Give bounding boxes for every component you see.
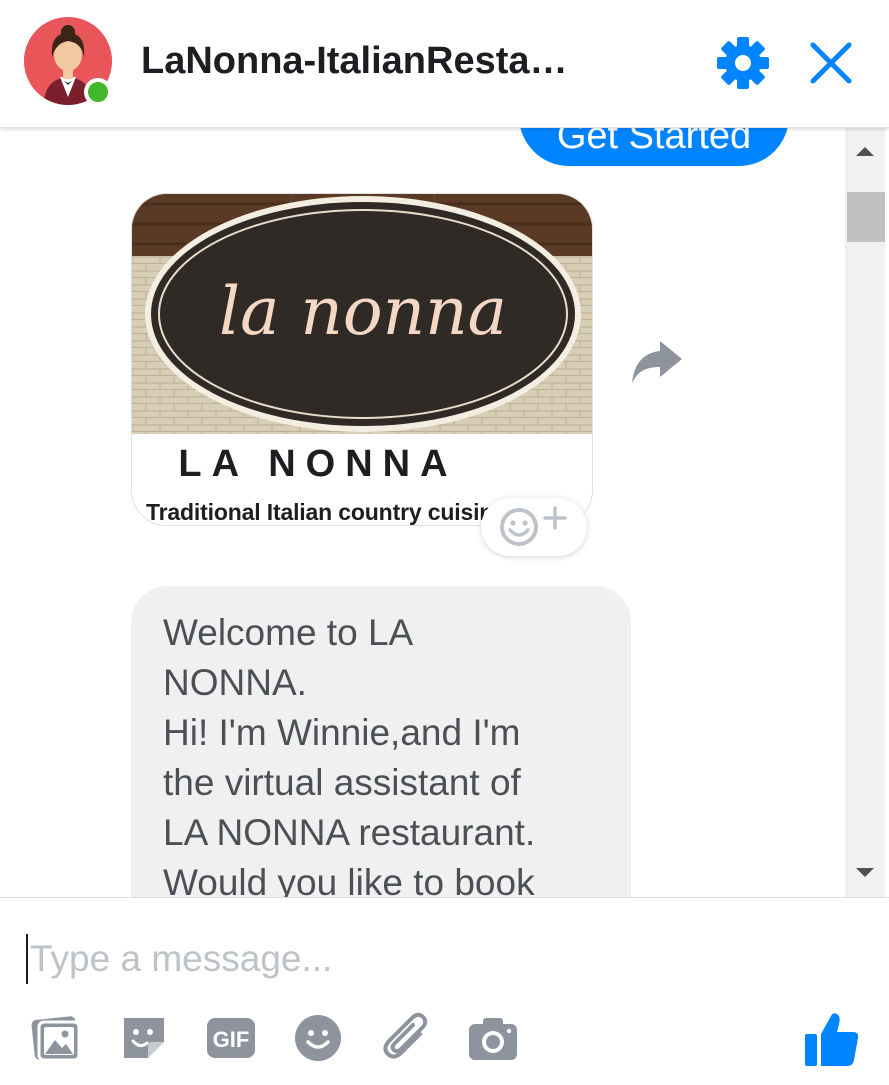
share-icon[interactable]: [628, 333, 684, 389]
page-title: LaNonna-ItalianResta…: [141, 40, 568, 82]
message-line: LA NONNA restaurant.: [163, 812, 536, 853]
chat-header: LaNonna-ItalianResta…: [0, 0, 889, 128]
emoji-reaction-icon: [500, 508, 538, 546]
message-list[interactable]: Get Started la nonna LA NONNA Traditiona…: [0, 128, 845, 897]
emoji-icon[interactable]: [292, 1012, 344, 1064]
message-line: Hi! I'm Winnie,and I'm: [163, 712, 521, 753]
photo-icon[interactable]: [31, 1012, 83, 1064]
online-status-indicator: [84, 78, 112, 106]
scroll-down-arrow-icon[interactable]: [845, 858, 885, 888]
card-tagline: Traditional Italian country cuisine: [146, 499, 506, 525]
message-line: Would you like to book: [163, 862, 535, 897]
message-composer: GIF: [0, 897, 889, 1085]
gif-icon[interactable]: GIF: [205, 1012, 257, 1064]
scrollbar-thumb[interactable]: [847, 192, 885, 242]
restaurant-image-card[interactable]: la nonna LA NONNA Traditional Italian co…: [131, 193, 593, 526]
message-input[interactable]: [26, 934, 786, 984]
camera-icon[interactable]: [467, 1012, 519, 1064]
add-reaction-button[interactable]: [481, 498, 587, 556]
gear-icon[interactable]: [716, 36, 770, 90]
bot-message-bubble: Welcome to LA NONNA. Hi! I'm Winnie,and …: [131, 586, 631, 897]
scroll-up-arrow-icon[interactable]: [845, 136, 885, 166]
message-line: the virtual assistant of: [163, 762, 521, 803]
sticker-icon[interactable]: [118, 1012, 170, 1064]
attachment-icon[interactable]: [380, 1012, 432, 1064]
gif-label: GIF: [213, 1027, 250, 1052]
get-started-button[interactable]: Get Started: [519, 128, 789, 166]
thumbs-up-like-icon[interactable]: [803, 1010, 861, 1068]
sign-text: la nonna: [219, 273, 507, 350]
close-icon[interactable]: [808, 40, 854, 86]
message-line: Welcome to LA: [163, 612, 414, 653]
message-line: NONNA.: [163, 662, 307, 703]
scrollbar[interactable]: [845, 128, 885, 897]
card-restaurant-name: LA NONNA: [178, 443, 457, 485]
